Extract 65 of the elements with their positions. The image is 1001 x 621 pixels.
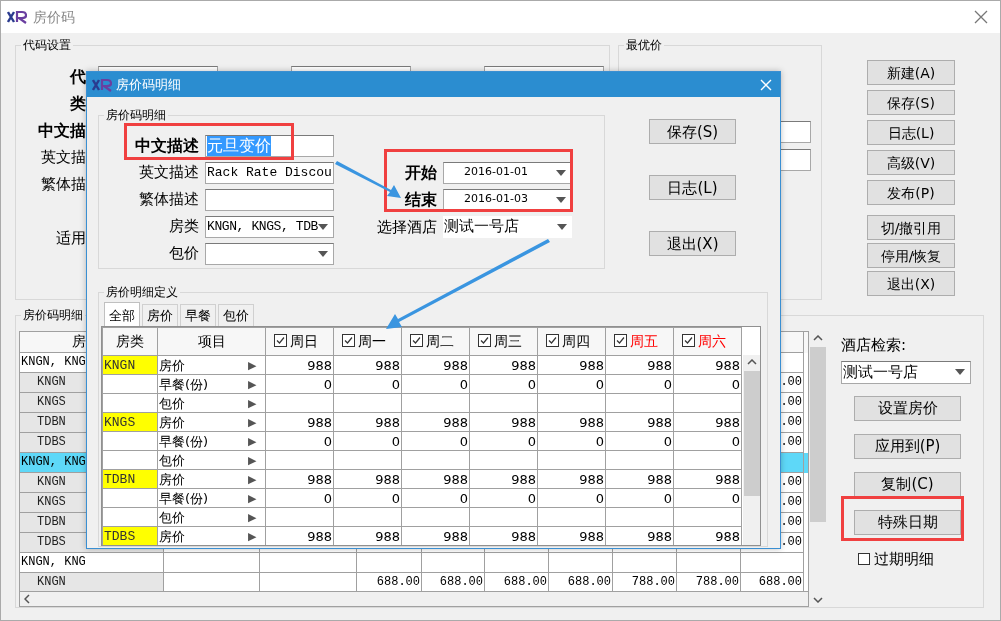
table-cell: 0 bbox=[605, 488, 674, 508]
table-cell: 988 bbox=[401, 355, 470, 375]
table-cell: 988 bbox=[537, 412, 606, 432]
table-cell: 988 bbox=[401, 469, 470, 489]
table-cell: 988 bbox=[469, 412, 538, 432]
table-cell: 988 bbox=[333, 412, 402, 432]
table-cell: 0 bbox=[673, 374, 742, 394]
table-cell: 988 bbox=[333, 355, 402, 375]
field-label: 类 bbox=[69, 93, 86, 115]
table-cell: 0 bbox=[537, 431, 606, 451]
group-title: 房价码明细 bbox=[21, 306, 85, 324]
table-cell: 0 bbox=[469, 431, 538, 451]
field-label: 开始 bbox=[405, 162, 437, 183]
search-label: 酒店检索: bbox=[841, 335, 908, 356]
field-label: 中文描 bbox=[37, 120, 86, 142]
table-cell: 0 bbox=[401, 488, 470, 508]
table-cell: 988 bbox=[265, 355, 334, 375]
group-title: 房价码明细 bbox=[104, 106, 168, 124]
table-cell: 0 bbox=[537, 374, 606, 394]
table-cell: 988 bbox=[537, 469, 606, 489]
field-label: 代 bbox=[68, 66, 86, 88]
checkbox-label: 过期明细 bbox=[874, 548, 934, 570]
window-title: 房价码 bbox=[33, 7, 75, 27]
table-cell: 988 bbox=[265, 469, 334, 489]
table-cell: 0 bbox=[265, 488, 334, 508]
table-cell: 0 bbox=[401, 374, 470, 394]
table-cell: 988 bbox=[673, 469, 742, 489]
table-cell: 988 bbox=[605, 469, 674, 489]
table-cell: 0 bbox=[333, 431, 402, 451]
table-cell: 0 bbox=[537, 488, 606, 508]
table-cell: 988 bbox=[469, 355, 538, 375]
table-cell: 0 bbox=[469, 488, 538, 508]
group-title: 代码设置 bbox=[21, 36, 73, 54]
field-label: 包价 bbox=[169, 243, 199, 265]
table-cell: 0 bbox=[605, 431, 674, 451]
table-cell: 0 bbox=[673, 431, 742, 451]
field-label: 英文描 bbox=[40, 147, 86, 168]
field-label: 繁体描述 bbox=[139, 189, 199, 211]
table-cell: 988 bbox=[401, 412, 470, 432]
field-label: 英文描述 bbox=[139, 162, 199, 184]
table-cell: 988 bbox=[469, 469, 538, 489]
group-title: 最优价 bbox=[624, 36, 664, 54]
table-cell: 0 bbox=[605, 374, 674, 394]
field-label: 房类 bbox=[169, 216, 199, 238]
table-cell: 0 bbox=[333, 488, 402, 508]
table-cell: 988 bbox=[333, 469, 402, 489]
table-cell: 988 bbox=[673, 355, 742, 375]
table-cell: 988 bbox=[673, 412, 742, 432]
table-cell: 988 bbox=[537, 355, 606, 375]
table-cell: 0 bbox=[265, 374, 334, 394]
field-label: 繁体描 bbox=[40, 174, 86, 195]
field-label: 适用 bbox=[55, 228, 86, 249]
field-label: 中文描述 bbox=[135, 134, 199, 157]
table-cell: 0 bbox=[673, 488, 742, 508]
table-cell: 0 bbox=[265, 431, 334, 451]
table-cell: 988 bbox=[265, 412, 334, 432]
dialog-title: 房价码明细 bbox=[116, 75, 181, 94]
field-label: 选择酒店 bbox=[377, 216, 437, 237]
group-title: 房价明细定义 bbox=[104, 283, 180, 301]
table-cell: 988 bbox=[605, 355, 674, 375]
table-cell: 0 bbox=[401, 431, 470, 451]
table-cell: 0 bbox=[333, 374, 402, 394]
table-cell: 0 bbox=[469, 374, 538, 394]
table-cell: 988 bbox=[605, 412, 674, 432]
field-label: 结束 bbox=[405, 189, 437, 210]
